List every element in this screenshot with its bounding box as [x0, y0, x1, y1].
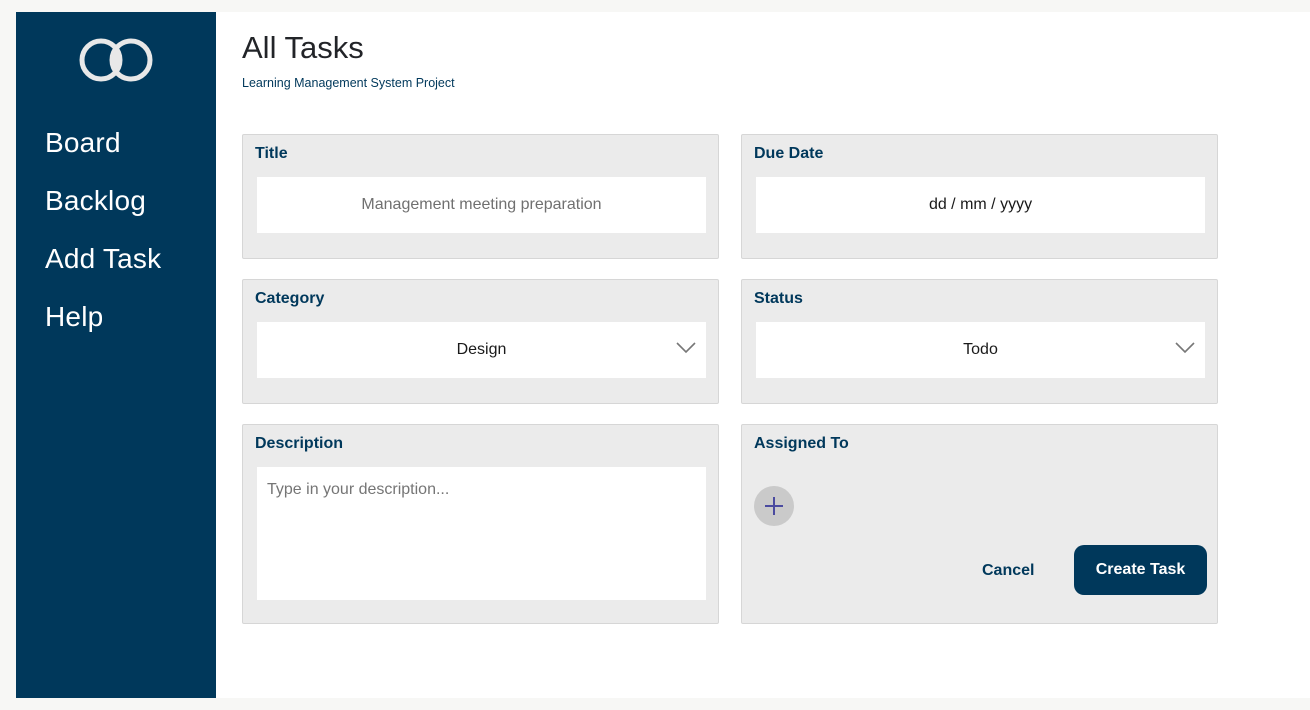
title-input[interactable]: Management meeting preparation [257, 177, 706, 233]
assigned-to-label: Assigned To [754, 435, 849, 452]
due-date-input[interactable]: dd / mm / yyyy [756, 177, 1205, 233]
status-select[interactable]: Todo [756, 322, 1205, 378]
sidebar: Board Backlog Add Task Help [16, 12, 216, 698]
sidebar-item-board[interactable]: Board [45, 124, 161, 182]
sidebar-item-help[interactable]: Help [45, 298, 161, 356]
due-date-label: Due Date [754, 145, 824, 162]
cancel-button[interactable]: Cancel [982, 562, 1034, 580]
create-task-button[interactable]: Create Task [1074, 545, 1207, 595]
category-card: Category Design [242, 279, 719, 404]
app-window: Board Backlog Add Task Help All Tasks Le… [16, 12, 1310, 698]
sidebar-nav: Board Backlog Add Task Help [45, 124, 161, 356]
project-subtitle: Learning Management System Project [242, 76, 455, 90]
page-title: All Tasks [242, 30, 364, 65]
add-assignee-button[interactable] [754, 486, 794, 526]
sidebar-item-backlog[interactable]: Backlog [45, 182, 161, 240]
description-textarea[interactable]: Type in your description... [257, 467, 706, 600]
sidebar-item-add-task[interactable]: Add Task [45, 240, 161, 298]
chevron-down-icon [676, 342, 696, 354]
main-content: All Tasks Learning Management System Pro… [216, 12, 1310, 698]
chevron-down-icon [1175, 342, 1195, 354]
due-date-card: Due Date dd / mm / yyyy [741, 134, 1218, 259]
category-select[interactable]: Design [257, 322, 706, 378]
status-label: Status [754, 290, 803, 307]
description-card: Description Type in your description... [242, 424, 719, 624]
plus-icon [765, 497, 783, 515]
description-label: Description [255, 435, 344, 452]
title-card: Title Management meeting preparation [242, 134, 719, 259]
category-select-value: Design [456, 341, 507, 358]
status-card: Status Todo [741, 279, 1218, 404]
category-label: Category [255, 290, 325, 307]
logo-icon[interactable] [79, 36, 153, 84]
assigned-to-card: Assigned To Cancel Create Task [741, 424, 1218, 624]
title-label: Title [255, 145, 288, 162]
status-select-value: Todo [963, 341, 998, 358]
